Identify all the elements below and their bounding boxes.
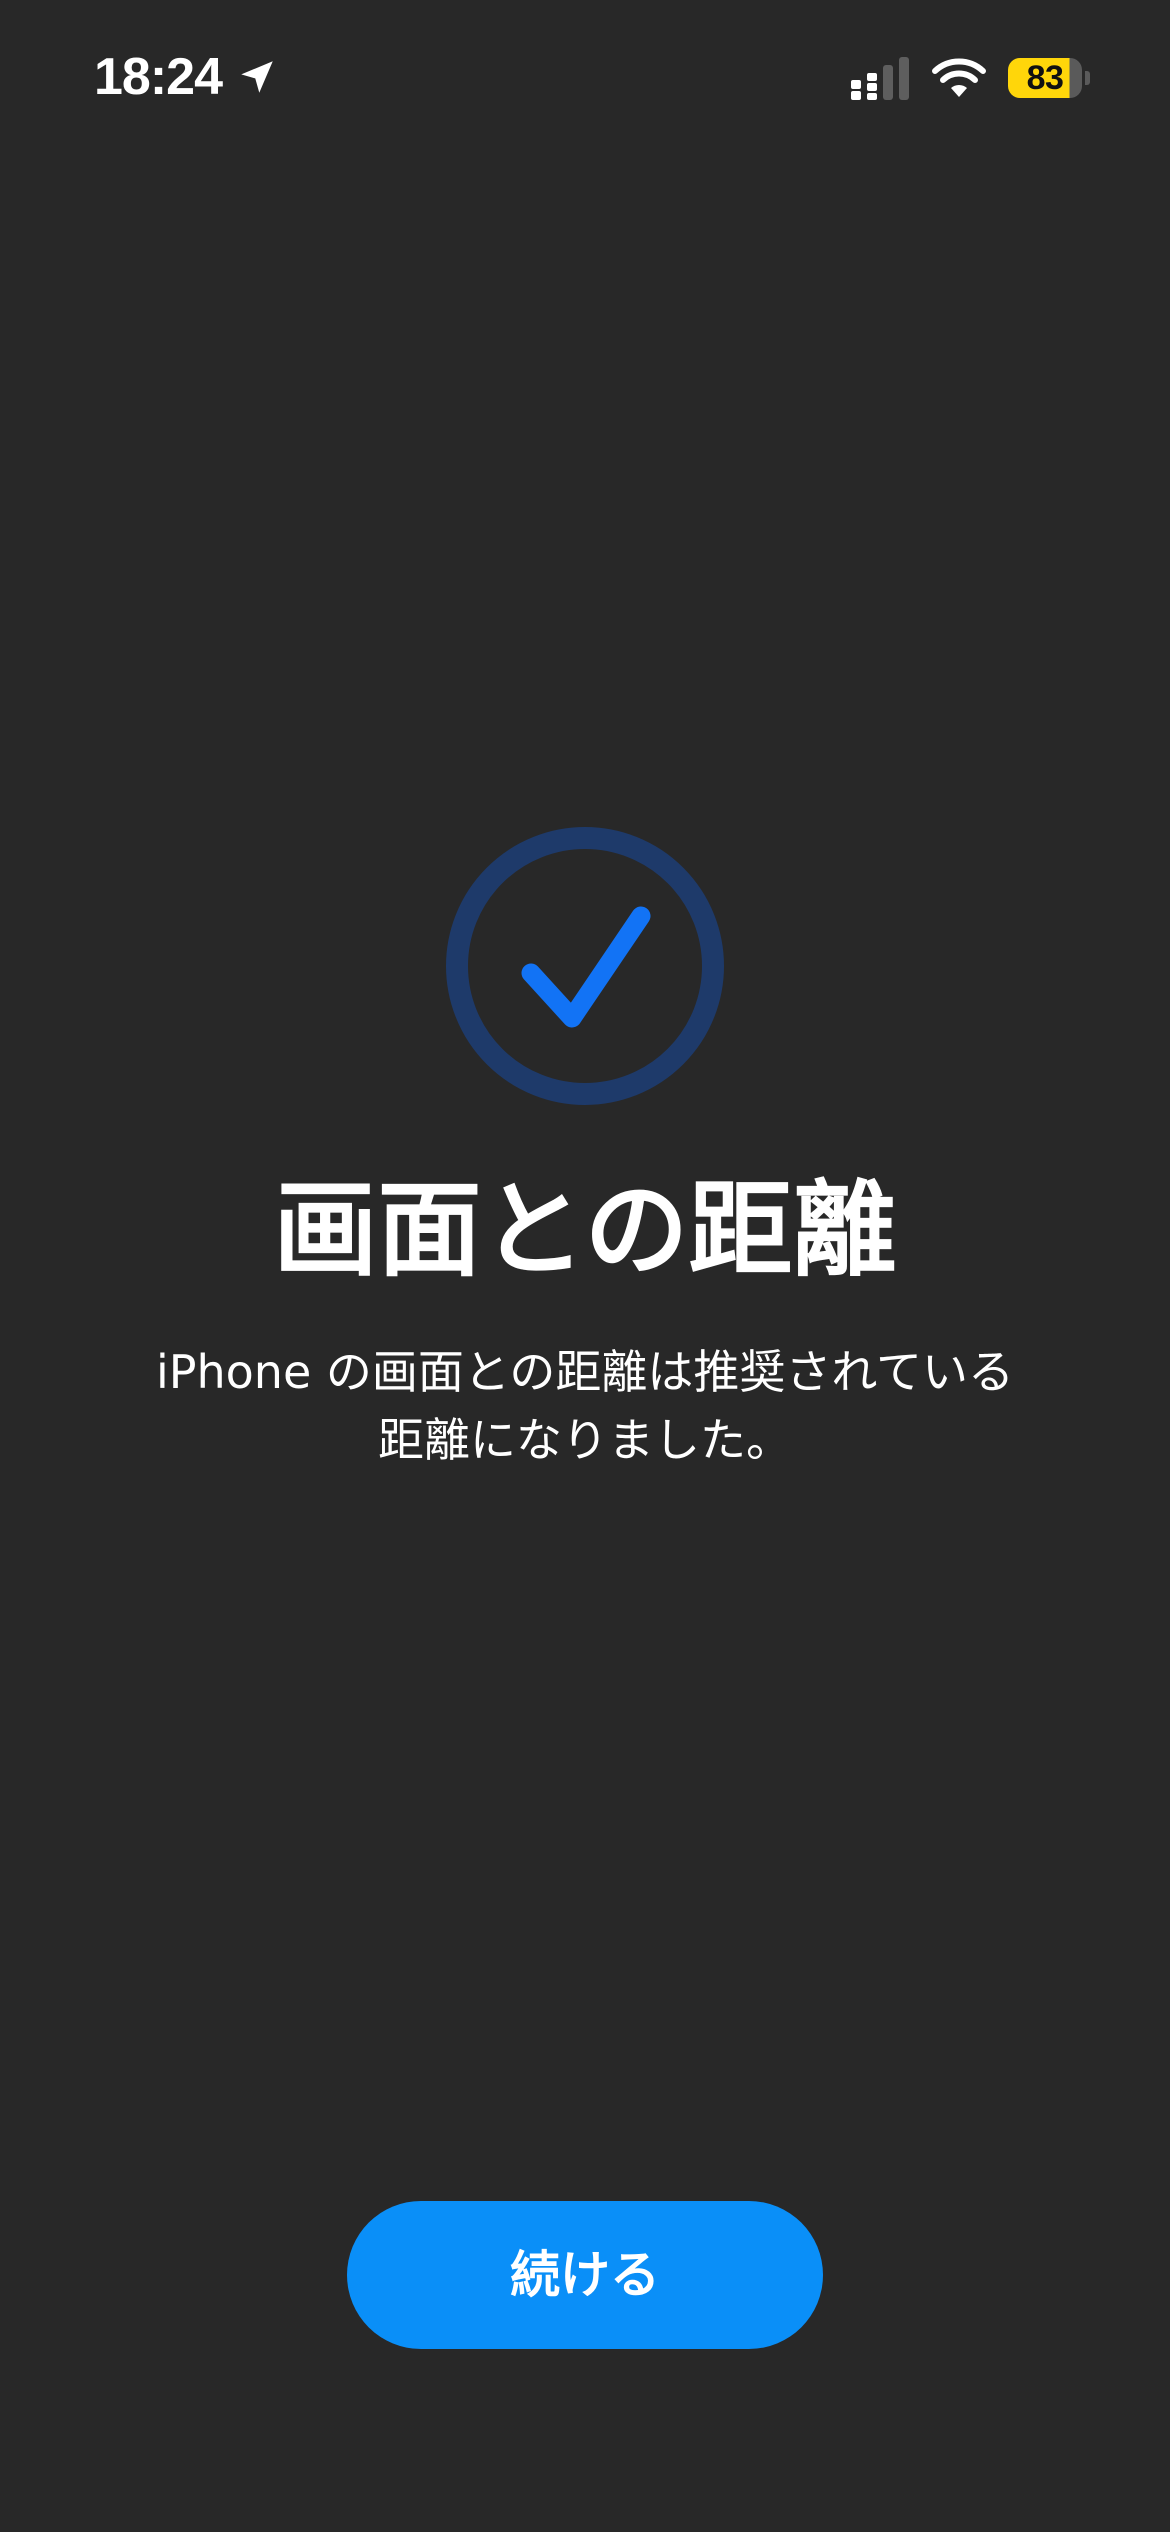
checkmark-circle-icon <box>446 827 724 1105</box>
description-text: iPhone の画面との距離は推奨されている 距離になりました。 <box>110 1338 1060 1474</box>
status-time: 18:24 <box>94 48 223 106</box>
continue-button[interactable]: 続ける <box>347 2201 823 2349</box>
status-time-group: 18:24 <box>94 44 278 110</box>
battery-level: 83 <box>1026 59 1064 97</box>
location-arrow-icon <box>241 61 273 93</box>
battery-indicator: 83 <box>1008 58 1090 98</box>
battery-icon: 83 <box>1008 58 1082 98</box>
description-line-2: 距離になりました。 <box>378 1413 792 1467</box>
status-indicators: 83 <box>850 50 1090 106</box>
page-title: 画面との距離 <box>273 1169 897 1291</box>
description-line-1: iPhone の画面との距離は推奨されている <box>155 1345 1015 1399</box>
continue-button-label: 続ける <box>510 2246 660 2304</box>
cellular-signal-icon <box>851 57 909 100</box>
battery-cap <box>1085 71 1090 85</box>
status-bar: 18:24 83 <box>0 0 1170 150</box>
wifi-icon <box>932 58 986 97</box>
